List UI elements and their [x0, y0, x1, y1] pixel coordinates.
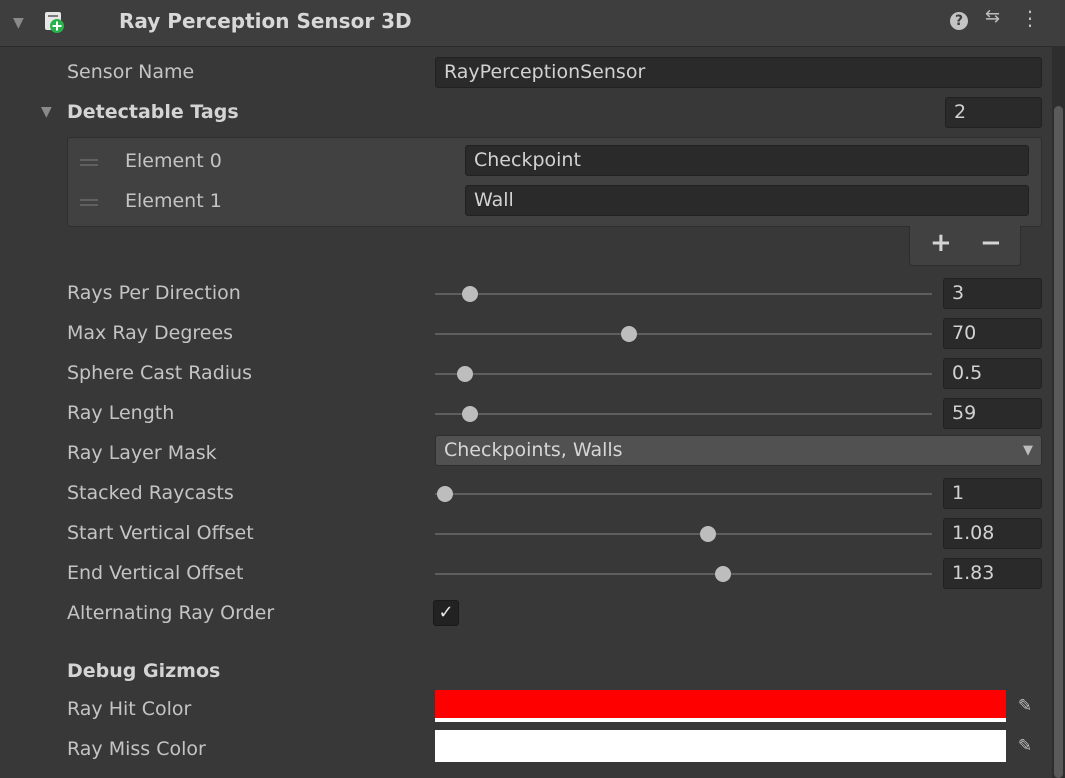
slider-thumb[interactable]: [700, 526, 717, 542]
ray-layer-mask-dropdown[interactable]: Checkpoints, Walls ▼: [435, 435, 1042, 466]
ray-length-label: Ray Length: [67, 402, 175, 424]
ray-layer-mask-label: Ray Layer Mask: [67, 442, 217, 464]
element-0-label: Element 0: [125, 150, 222, 172]
rays-per-direction-label: Rays Per Direction: [67, 282, 241, 304]
chevron-down-icon: ▼: [1023, 443, 1033, 458]
slider-thumb[interactable]: [461, 286, 478, 302]
remove-element-button[interactable]: −: [980, 228, 1002, 258]
kebab-menu-icon[interactable]: ⋮: [1020, 8, 1040, 28]
sensor-component-icon: [45, 12, 64, 33]
debug-gizmos-heading: Debug Gizmos: [67, 660, 221, 682]
help-icon[interactable]: ?: [950, 8, 968, 30]
ray-length-input[interactable]: 59: [943, 398, 1042, 429]
scrollbar-thumb[interactable]: [1054, 106, 1063, 778]
fold-arrow-icon[interactable]: ▼: [13, 16, 24, 30]
end-vertical-offset-input[interactable]: 1.83: [943, 558, 1042, 589]
presets-icon[interactable]: ⇆: [985, 8, 1000, 26]
ray-length-slider[interactable]: [435, 406, 932, 422]
element-1-label: Element 1: [125, 190, 222, 212]
element-0-input[interactable]: Checkpoint: [465, 145, 1029, 176]
ray-hit-color-label: Ray Hit Color: [67, 698, 192, 720]
stacked-raycasts-slider[interactable]: [435, 486, 932, 502]
alpha-bar: [435, 758, 1006, 762]
drag-handle-icon[interactable]: [80, 199, 98, 207]
stacked-raycasts-label: Stacked Raycasts: [67, 482, 234, 504]
slider-thumb[interactable]: [461, 406, 478, 422]
ray-miss-color-label: Ray Miss Color: [67, 738, 206, 760]
max-ray-degrees-input[interactable]: 70: [943, 318, 1042, 349]
inspector-scrollbar[interactable]: [1052, 46, 1065, 778]
rays-per-direction-slider[interactable]: [435, 286, 932, 302]
eyedropper-icon[interactable]: ✎: [1008, 690, 1042, 722]
end-vertical-offset-slider[interactable]: [435, 566, 932, 582]
ray-layer-mask-value: Checkpoints, Walls: [444, 439, 623, 461]
detectable-tags-label[interactable]: Detectable Tags: [67, 101, 239, 123]
ray-miss-color-swatch[interactable]: [435, 730, 1006, 762]
start-vertical-offset-input[interactable]: 1.08: [943, 518, 1042, 549]
list-add-remove-footer: + −: [909, 226, 1021, 266]
start-vertical-offset-label: Start Vertical Offset: [67, 522, 254, 544]
sphere-cast-radius-label: Sphere Cast Radius: [67, 362, 252, 384]
eyedropper-icon[interactable]: ✎: [1008, 730, 1042, 762]
ray-hit-color-swatch[interactable]: [435, 690, 1006, 722]
detectable-tags-fold-icon[interactable]: ▼: [41, 105, 52, 119]
sensor-name-input[interactable]: RayPerceptionSensor: [435, 57, 1042, 88]
rays-per-direction-input[interactable]: 3: [943, 278, 1042, 309]
slider-thumb[interactable]: [436, 486, 453, 502]
sphere-cast-radius-input[interactable]: 0.5: [943, 358, 1042, 389]
alternating-ray-order-checkbox[interactable]: ✓: [433, 600, 459, 626]
end-vertical-offset-label: End Vertical Offset: [67, 562, 244, 584]
element-1-input[interactable]: Wall: [465, 185, 1029, 216]
component-title: Ray Perception Sensor 3D: [119, 9, 412, 33]
drag-handle-icon[interactable]: [80, 159, 98, 167]
sensor-name-label: Sensor Name: [67, 61, 195, 83]
max-ray-degrees-slider[interactable]: [435, 326, 932, 342]
alpha-bar: [435, 718, 1006, 722]
alternating-ray-order-label: Alternating Ray Order: [67, 602, 275, 624]
slider-thumb[interactable]: [456, 366, 473, 382]
slider-thumb[interactable]: [620, 326, 637, 342]
max-ray-degrees-label: Max Ray Degrees: [67, 322, 234, 344]
start-vertical-offset-slider[interactable]: [435, 526, 932, 542]
sphere-cast-radius-slider[interactable]: [435, 366, 932, 382]
stacked-raycasts-input[interactable]: 1: [943, 478, 1042, 509]
slider-thumb[interactable]: [715, 566, 732, 582]
detectable-tags-count[interactable]: 2: [945, 97, 1042, 128]
add-element-button[interactable]: +: [930, 228, 952, 258]
component-header: ▼ Ray Perception Sensor 3D ? ⇆ ⋮: [0, 0, 1065, 47]
